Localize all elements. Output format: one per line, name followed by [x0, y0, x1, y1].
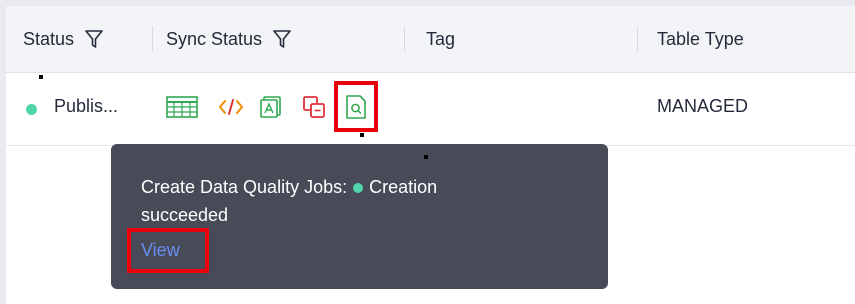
tooltip-status-continued: succeeded	[141, 205, 229, 225]
column-separator	[152, 26, 153, 52]
filter-icon[interactable]	[272, 29, 292, 49]
column-header-table-type-label: Table Type	[657, 28, 744, 49]
highlight-box	[334, 81, 378, 132]
status-dot-icon	[26, 104, 37, 115]
copy-link-icon[interactable]	[302, 95, 326, 119]
column-header-tag[interactable]: Tag	[426, 6, 455, 72]
column-separator	[404, 26, 405, 52]
column-header-table-type[interactable]: Table Type	[657, 6, 744, 72]
table-header: Status Sync Status Tag Table Type	[6, 6, 855, 73]
column-separator	[637, 26, 638, 52]
tooltip-status: Creation	[369, 177, 438, 197]
cursor-mark	[39, 75, 43, 79]
table-row: Publis... MANAGED	[6, 73, 855, 146]
code-icon[interactable]	[218, 98, 244, 116]
column-header-status-label: Status	[23, 28, 75, 49]
table-type-cell: MANAGED	[657, 96, 749, 116]
table-grid-icon[interactable]	[166, 96, 198, 118]
status-cell: Publis...	[54, 96, 119, 116]
highlight-box	[127, 228, 209, 273]
column-header-tag-label: Tag	[426, 28, 456, 49]
column-header-sync-status-label: Sync Status	[166, 28, 263, 49]
filter-icon[interactable]	[84, 29, 104, 49]
column-header-status[interactable]: Status	[23, 6, 104, 72]
tooltip-line: Create Data Quality Jobs: Creation	[141, 177, 437, 198]
cursor-mark	[424, 155, 428, 159]
success-dot-icon	[353, 182, 364, 193]
data-map-icon[interactable]	[260, 96, 282, 118]
column-header-sync-status[interactable]: Sync Status	[166, 6, 292, 72]
tooltip-label: Create Data Quality Jobs:	[141, 177, 348, 197]
cursor-mark	[360, 133, 364, 137]
